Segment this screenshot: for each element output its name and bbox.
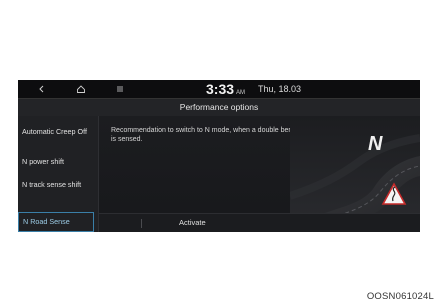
activate-button[interactable]: Activate xyxy=(179,214,206,232)
n-logo: N xyxy=(368,133,383,155)
figure-code: OOSN061024L xyxy=(366,291,434,302)
divider xyxy=(141,219,142,228)
activate-row[interactable]: Activate xyxy=(99,213,420,232)
page-title: Performance options xyxy=(18,98,420,117)
option-description: Recommendation to switch to N mode, when… xyxy=(111,127,312,143)
clock-time: 3:33 xyxy=(206,81,235,97)
sidebar-item-automatic-creep-off[interactable]: Automatic Creep Off xyxy=(22,128,94,136)
infotainment-screen: 3:33 AM Thu, 18.03 Performance options Au… xyxy=(18,80,420,232)
menu-button[interactable] xyxy=(116,80,124,98)
sidebar-item-n-track-sense-shift[interactable]: N track sense shift xyxy=(22,181,84,189)
options-content: Recommendation to switch to N mode, when… xyxy=(99,116,420,232)
clock-ampm: AM xyxy=(236,90,246,96)
date: Thu, 18.03 xyxy=(258,84,302,94)
sidebar-item-n-road-sense[interactable]: N Road Sense xyxy=(18,212,94,232)
home-button[interactable] xyxy=(76,80,86,98)
clock: 3:33 AM xyxy=(206,80,245,98)
home-icon xyxy=(77,85,85,93)
menu-icon xyxy=(117,86,123,92)
sidebar-item-n-power-shift[interactable]: N power shift xyxy=(22,158,94,166)
status-bar: 3:33 AM Thu, 18.03 xyxy=(18,80,420,98)
options-sidebar: Automatic Creep Off N power shift N trac… xyxy=(18,116,99,232)
back-button[interactable] xyxy=(38,80,46,98)
chevron-left-icon xyxy=(39,85,44,93)
